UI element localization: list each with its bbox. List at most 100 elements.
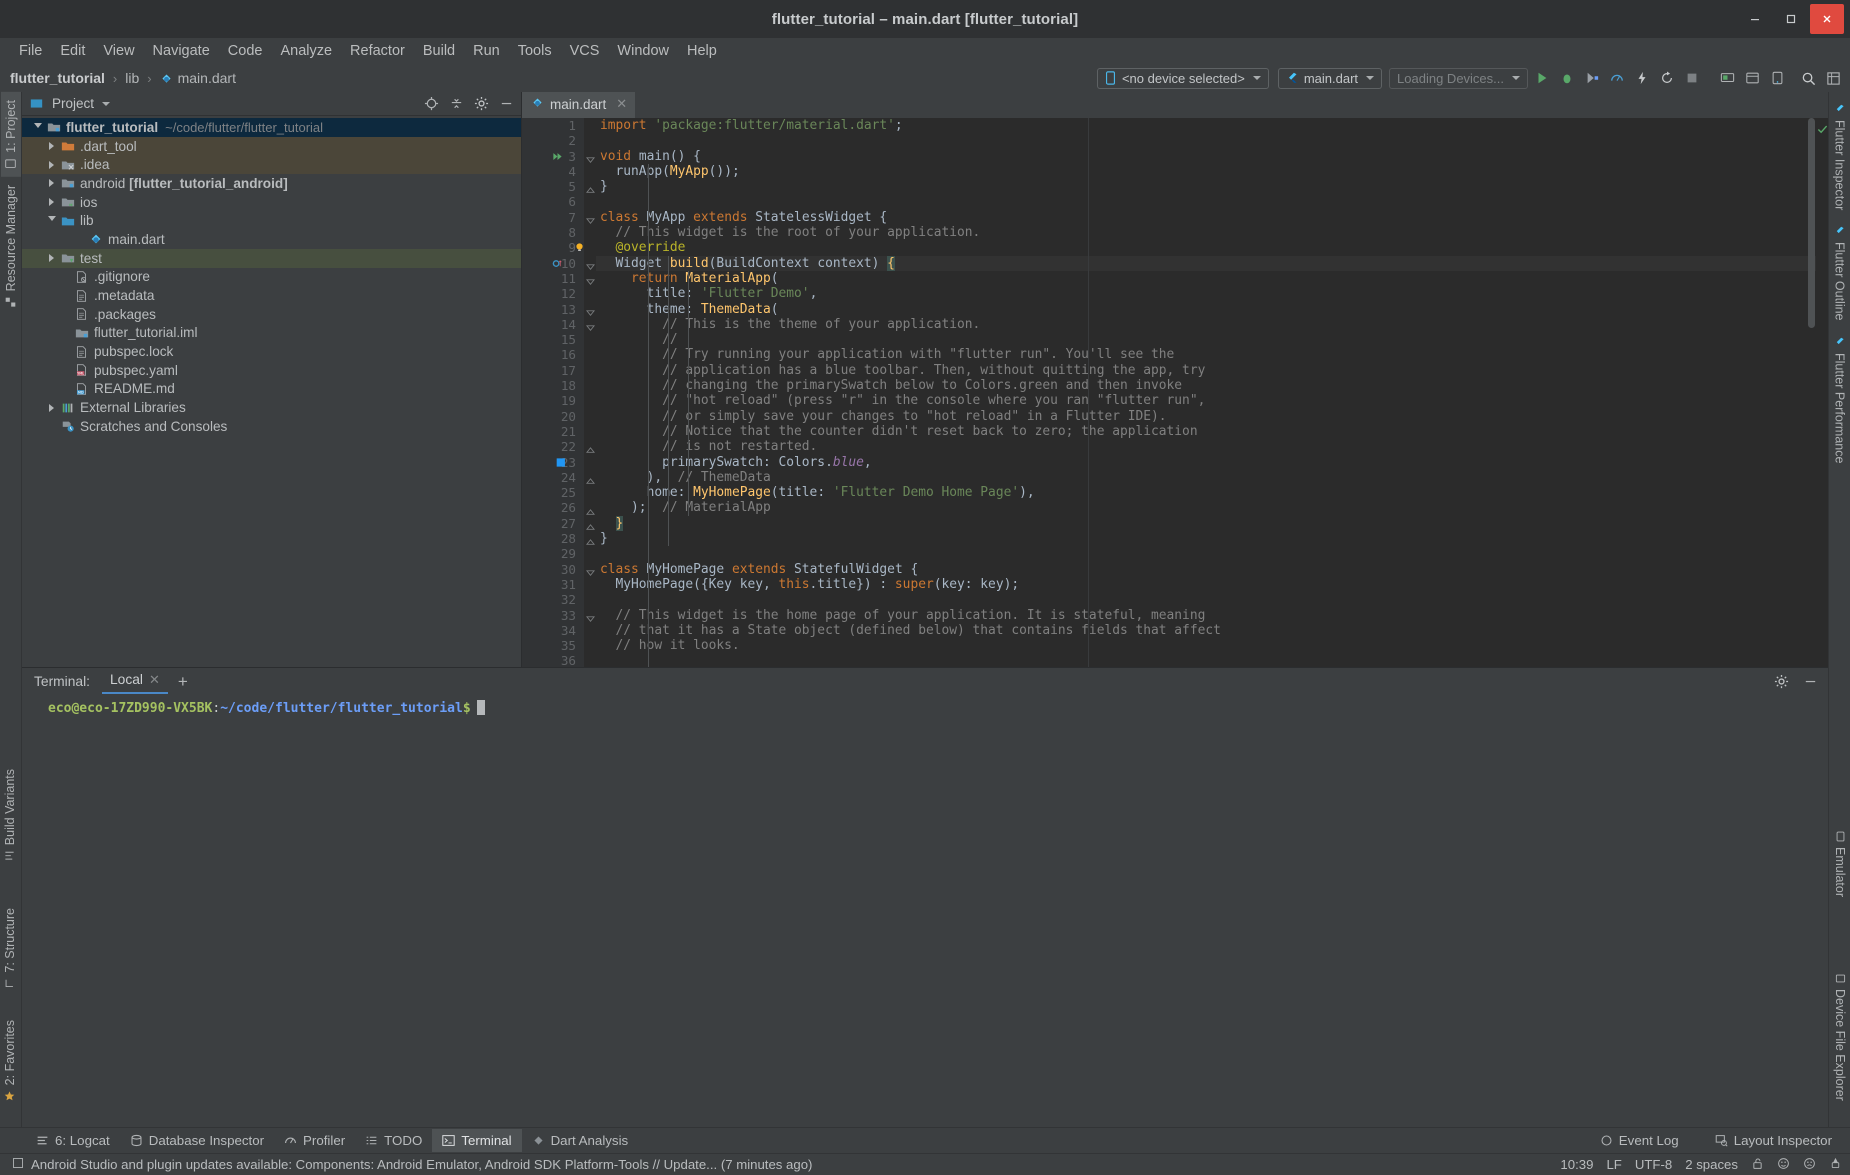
hot-reload-icon[interactable] (1656, 67, 1678, 89)
sidebar-item-emulator[interactable]: Emulator (1830, 823, 1850, 905)
debug-icon[interactable] (1556, 67, 1578, 89)
menu-vcs[interactable]: VCS (561, 40, 609, 62)
fold-expand-icon[interactable] (585, 611, 596, 629)
unlocked-icon[interactable] (1751, 1157, 1764, 1173)
minimize-button[interactable] (1738, 4, 1772, 34)
tool-window-database-inspector[interactable]: Database Inspector (120, 1129, 274, 1152)
sidebar-item-resource-manager[interactable]: Resource Manager (1, 177, 21, 315)
sidebar-item-favorites[interactable]: 2: Favorites (0, 1012, 20, 1109)
profile-icon[interactable] (1606, 67, 1628, 89)
hide-panel-icon[interactable] (497, 94, 516, 113)
project-tree[interactable]: flutter_tutorial ~/code/flutter/flutter_t… (22, 116, 521, 667)
tree-node[interactable]: .gitignore (22, 268, 521, 287)
chevron-right-icon[interactable] (44, 142, 59, 151)
avd-manager-icon[interactable] (1766, 67, 1788, 89)
collapse-all-icon[interactable] (447, 94, 466, 113)
error-stripe[interactable] (1808, 118, 1828, 667)
search-icon[interactable] (1797, 67, 1819, 89)
happy-face-icon[interactable] (1777, 1157, 1790, 1173)
code-text[interactable]: import 'package:flutter/material.dart'; … (596, 118, 1816, 667)
sidebar-item-structure[interactable]: 7: Structure (0, 900, 20, 997)
tree-node[interactable]: MD README.md (22, 380, 521, 399)
menu-code[interactable]: Code (219, 40, 272, 62)
tool-window-terminal[interactable]: Terminal (432, 1129, 522, 1152)
status-indent[interactable]: 2 spaces (1685, 1157, 1738, 1172)
sidebar-item-device-file-explorer[interactable]: Device File Explorer (1830, 965, 1850, 1109)
tree-node[interactable]: Scratches and Consoles (22, 417, 521, 436)
fold-collapse-icon[interactable] (585, 473, 596, 491)
wizard-icon[interactable] (1829, 1157, 1842, 1173)
sidebar-item-project[interactable]: 1: Project (0, 92, 21, 177)
close-button[interactable] (1810, 4, 1844, 34)
tree-node[interactable]: android [flutter_tutorial_android] (22, 174, 521, 193)
chevron-down-icon[interactable] (44, 216, 59, 225)
settings-icon[interactable] (1822, 67, 1844, 89)
maximize-button[interactable] (1774, 4, 1808, 34)
tree-node[interactable]: flutter_tutorial ~/code/flutter/flutter_t… (22, 118, 521, 137)
close-icon[interactable]: ✕ (149, 672, 160, 688)
tree-node[interactable]: main.dart (22, 230, 521, 249)
color-swatch-blue[interactable] (552, 456, 565, 471)
tree-node[interactable]: ios (22, 193, 521, 212)
menu-run[interactable]: Run (464, 40, 509, 62)
tool-window-event-log[interactable]: Event Log (1590, 1129, 1689, 1152)
add-terminal-tab-button[interactable]: + (168, 673, 198, 690)
sidebar-item-flutter-performance[interactable]: Flutter Performance (1830, 329, 1850, 471)
fold-expand-icon[interactable] (585, 274, 596, 292)
menu-tools[interactable]: Tools (509, 40, 561, 62)
tree-node[interactable]: lib (22, 211, 521, 230)
sidebar-item-build-variants[interactable]: Build Variants (0, 761, 20, 869)
fold-expand-icon[interactable] (585, 320, 596, 338)
loading-devices-selector[interactable]: Loading Devices... (1389, 67, 1528, 89)
editor-tab-main-dart[interactable]: main.dart ✕ (522, 92, 636, 118)
fold-gutter[interactable] (584, 118, 596, 667)
chevron-right-icon[interactable] (44, 403, 59, 412)
sidebar-item-flutter-outline[interactable]: Flutter Outline (1830, 218, 1850, 329)
tree-node[interactable]: .packages (22, 305, 521, 324)
tool-window-logcat[interactable]: 6: Logcat (26, 1129, 120, 1152)
fold-expand-icon[interactable] (585, 565, 596, 583)
breadcrumb-file[interactable]: main.dart (178, 70, 236, 86)
chevron-right-icon[interactable] (44, 198, 59, 207)
tree-node[interactable]: .metadata (22, 286, 521, 305)
fold-expand-icon[interactable] (585, 213, 596, 231)
run-config-selector[interactable]: main.dart (1277, 67, 1383, 89)
sidebar-item-flutter-inspector[interactable]: Flutter Inspector (1830, 96, 1850, 218)
terminal-output[interactable]: eco@eco-17ZD990-VX5BK:~/code/flutter/flu… (22, 694, 1828, 1127)
menu-file[interactable]: File (10, 40, 51, 62)
bulb-icon[interactable] (552, 241, 583, 256)
gear-icon[interactable] (472, 94, 491, 113)
tool-window-layout-inspector[interactable]: Layout Inspector (1705, 1129, 1842, 1152)
fold-expand-icon[interactable] (585, 152, 596, 170)
tree-node[interactable]: test (22, 248, 521, 268)
chevron-down-icon[interactable] (30, 122, 45, 132)
tree-node[interactable]: YML pubspec.yaml (22, 361, 521, 380)
line-number-gutter[interactable]: 1 2 3 4 5 6 7 8 9 10 11 12 13 14 15 16 17 18 19 20 21 22 23 24 2… (522, 118, 584, 667)
hide-panel-icon[interactable] (1801, 672, 1820, 691)
project-panel-label[interactable]: Project (52, 96, 94, 111)
device-manager-icon[interactable] (1716, 67, 1738, 89)
chevron-right-icon[interactable] (44, 254, 59, 263)
menu-build[interactable]: Build (414, 40, 464, 62)
breadcrumb-project[interactable]: flutter_tutorial (10, 70, 105, 86)
tool-window-todo[interactable]: TODO (355, 1129, 432, 1152)
chevron-right-icon[interactable] (44, 160, 59, 169)
sad-face-icon[interactable] (1803, 1157, 1816, 1173)
menu-view[interactable]: View (94, 40, 143, 62)
sdk-manager-icon[interactable] (1741, 67, 1763, 89)
override-icon[interactable] (552, 257, 563, 272)
close-icon[interactable]: ✕ (616, 96, 627, 112)
menu-window[interactable]: Window (608, 40, 678, 62)
locate-icon[interactable] (422, 94, 441, 113)
menu-refactor[interactable]: Refactor (341, 40, 414, 62)
status-encoding[interactable]: UTF-8 (1635, 1157, 1672, 1172)
chevron-right-icon[interactable] (44, 179, 59, 188)
flash-icon[interactable] (1631, 67, 1653, 89)
gear-icon[interactable] (1772, 672, 1791, 691)
fold-collapse-icon[interactable] (585, 182, 596, 200)
fold-collapse-icon[interactable] (585, 442, 596, 460)
fold-collapse-icon[interactable] (585, 534, 596, 552)
menu-analyze[interactable]: Analyze (271, 40, 341, 62)
tree-node[interactable]: External Libraries (22, 398, 521, 417)
stop-icon[interactable] (1681, 67, 1703, 89)
